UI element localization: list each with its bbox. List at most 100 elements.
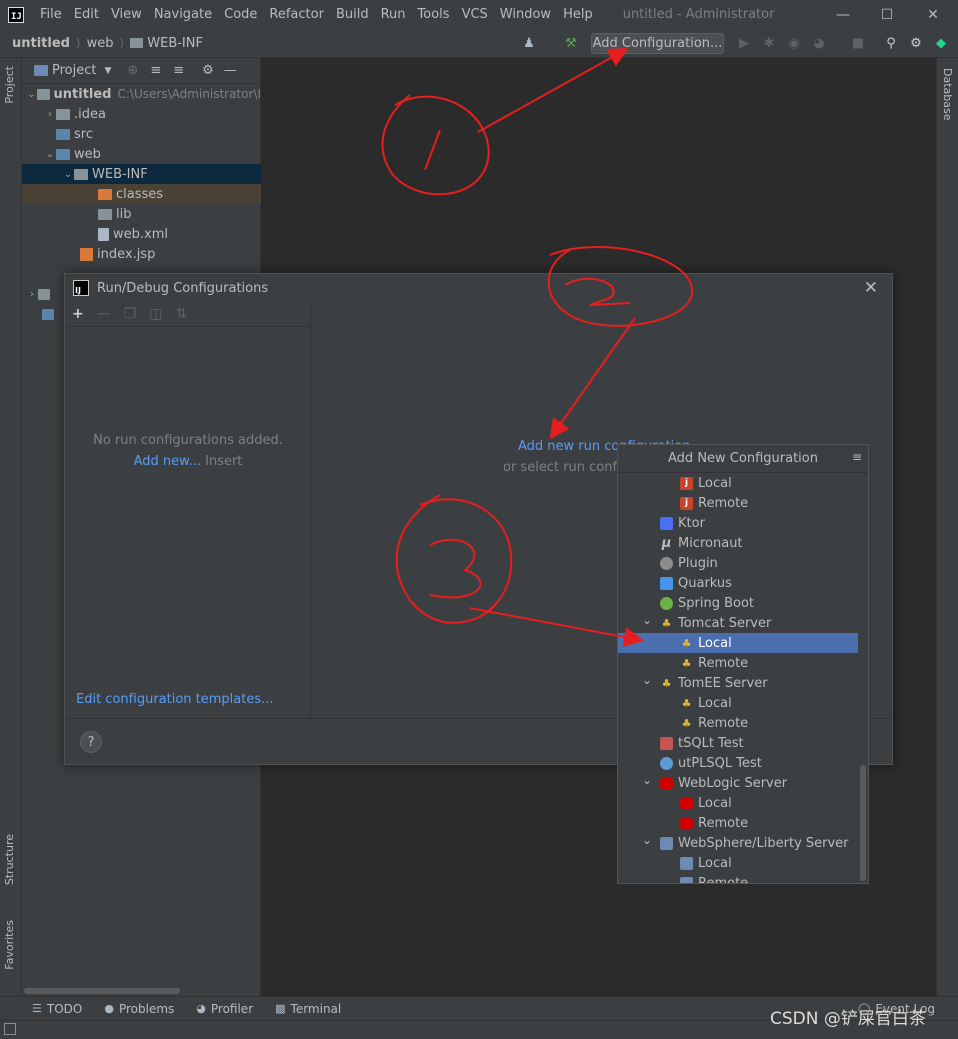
tree-item-web-xml[interactable]: web.xml (22, 224, 261, 244)
coverage-icon[interactable]: ◉ (787, 36, 801, 51)
close-window-icon[interactable]: ✕ (910, 0, 956, 29)
menu-file[interactable]: File (34, 7, 68, 22)
menu-help[interactable]: Help (557, 7, 599, 22)
add-icon[interactable]: + (72, 306, 84, 322)
popup-item[interactable]: Ktor (618, 513, 858, 533)
chevron-down-icon[interactable]: ⌄ (642, 613, 652, 627)
breadcrumb-web[interactable]: web (87, 36, 114, 51)
chevron-right-icon[interactable]: › (26, 289, 38, 300)
menu-window[interactable]: Window (494, 7, 557, 22)
toggle-tool-windows-icon[interactable] (4, 1023, 16, 1035)
chevron-down-icon[interactable]: ▼ (104, 66, 111, 76)
project-tab[interactable]: Project (3, 66, 16, 104)
popup-item[interactable]: ⌄ WebSphere/Liberty Server (618, 833, 858, 853)
project-panel-title[interactable]: Project (52, 63, 96, 78)
stop-icon[interactable]: ■ (851, 36, 865, 51)
breadcrumb-project[interactable]: untitled (12, 36, 70, 51)
chevron-right-icon[interactable]: › (44, 109, 56, 120)
chevron-down-icon[interactable]: ⌄ (44, 149, 56, 160)
tree-item-web[interactable]: ⌄ web (22, 144, 261, 164)
panel-settings-gear-icon[interactable]: ⚙ (202, 63, 214, 78)
tree-item-idea[interactable]: › .idea (22, 104, 261, 124)
save-folder-icon[interactable]: ◫ (149, 306, 162, 322)
popup-item[interactable]: ♣ Remote (618, 713, 858, 733)
tree-item-untitled[interactable]: ⌄ untitled C:\Users\Administrator\I (22, 84, 261, 104)
popup-item[interactable]: Spring Boot (618, 593, 858, 613)
popup-item[interactable]: Remote (618, 873, 858, 883)
run-icon[interactable]: ▶ (737, 36, 751, 51)
user-icon[interactable]: ♟ (522, 36, 536, 51)
micronaut-icon: μ (661, 535, 672, 551)
popup-item[interactable]: j Remote (618, 493, 858, 513)
search-icon[interactable]: ⚲ (884, 36, 898, 51)
menu-view[interactable]: View (105, 7, 148, 22)
popup-item-label: Local (698, 635, 732, 651)
edit-templates-link[interactable]: Edit configuration templates... (76, 692, 274, 707)
todo-tab[interactable]: ☰ TODO (32, 1002, 82, 1016)
profiler-tab[interactable]: ◕ Profiler (196, 1002, 253, 1016)
favorites-tab[interactable]: Favorites (3, 920, 16, 970)
tree-item-lib[interactable]: lib (22, 204, 261, 224)
menu-code[interactable]: Code (218, 7, 263, 22)
menu-tools[interactable]: Tools (412, 7, 456, 22)
popup-item[interactable]: ♣ Local (618, 693, 858, 713)
hide-panel-icon[interactable]: — (224, 63, 237, 78)
maximize-icon[interactable]: ☐ (864, 0, 910, 29)
add-configuration-button[interactable]: Add Configuration... (591, 33, 724, 54)
popup-scrollbar[interactable] (860, 765, 866, 881)
tree-item-label: .idea (74, 106, 106, 122)
tree-item-classes[interactable]: classes (22, 184, 261, 204)
problems-tab[interactable]: ● Problems (104, 1002, 174, 1016)
chevron-down-icon[interactable]: ⌄ (26, 89, 37, 100)
popup-item[interactable]: Plugin (618, 553, 858, 573)
build-hammer-icon[interactable]: ⚒ (564, 36, 578, 51)
chevron-down-icon[interactable]: ⌄ (642, 673, 652, 687)
horizontal-scrollbar[interactable] (24, 988, 180, 994)
close-icon[interactable]: ✕ (864, 278, 878, 298)
popup-item[interactable]: ⌄ WebLogic Server (618, 773, 858, 793)
popup-item[interactable]: ⌄ ♣ TomEE Server (618, 673, 858, 693)
menu-build[interactable]: Build (330, 7, 375, 22)
menu-navigate[interactable]: Navigate (148, 7, 218, 22)
remove-icon[interactable]: — (97, 306, 111, 322)
menu-vcs[interactable]: VCS (456, 7, 494, 22)
popup-item[interactable]: ♣ Local (618, 633, 858, 653)
popup-item[interactable]: ⌄ ♣ Tomcat Server (618, 613, 858, 633)
profile-icon[interactable]: ◕ (812, 36, 826, 51)
popup-item[interactable]: j Local (618, 473, 858, 493)
locate-icon[interactable]: ⊕ (127, 63, 138, 78)
expand-all-icon[interactable]: ≡ (150, 63, 161, 78)
collapse-all-icon[interactable]: ≡ (852, 450, 862, 464)
tree-item-web-inf[interactable]: ⌄ WEB-INF (22, 164, 261, 184)
structure-tab[interactable]: Structure (3, 834, 16, 885)
menu-edit[interactable]: Edit (68, 7, 105, 22)
popup-item[interactable]: Remote (618, 813, 858, 833)
popup-item[interactable]: tSQLt Test (618, 733, 858, 753)
chevron-down-icon[interactable]: ⌄ (642, 833, 652, 847)
terminal-tab[interactable]: ▩ Terminal (275, 1002, 341, 1016)
popup-item[interactable]: ♣ Remote (618, 653, 858, 673)
chevron-down-icon[interactable]: ⌄ (62, 169, 74, 180)
settings-gear-icon[interactable]: ⚙ (909, 36, 923, 51)
add-new-link[interactable]: Add new... (134, 454, 201, 469)
menu-refactor[interactable]: Refactor (263, 7, 330, 22)
toolbox-icon[interactable]: ◆ (934, 36, 948, 51)
chevron-down-icon[interactable]: ⌄ (642, 773, 652, 787)
copy-icon[interactable]: ❐ (124, 306, 137, 322)
popup-item[interactable]: Local (618, 853, 858, 873)
popup-item[interactable]: Local (618, 793, 858, 813)
breadcrumb-web-inf[interactable]: WEB-INF (130, 36, 203, 51)
popup-item[interactable]: μ Micronaut (618, 533, 858, 553)
tree-item-label: index.jsp (97, 246, 156, 262)
debug-icon[interactable]: ✱ (762, 36, 776, 51)
menu-run[interactable]: Run (375, 7, 412, 22)
tree-item-src[interactable]: src (22, 124, 261, 144)
help-button[interactable]: ? (80, 731, 102, 753)
collapse-all-icon[interactable]: ≡ (173, 63, 184, 78)
popup-item[interactable]: Quarkus (618, 573, 858, 593)
popup-item[interactable]: utPLSQL Test (618, 753, 858, 773)
minimize-icon[interactable]: — (820, 0, 866, 29)
database-tab[interactable]: Database (941, 68, 954, 121)
tree-item-index-jsp[interactable]: index.jsp (22, 244, 261, 264)
sort-icon[interactable]: ⇅ (176, 306, 188, 322)
